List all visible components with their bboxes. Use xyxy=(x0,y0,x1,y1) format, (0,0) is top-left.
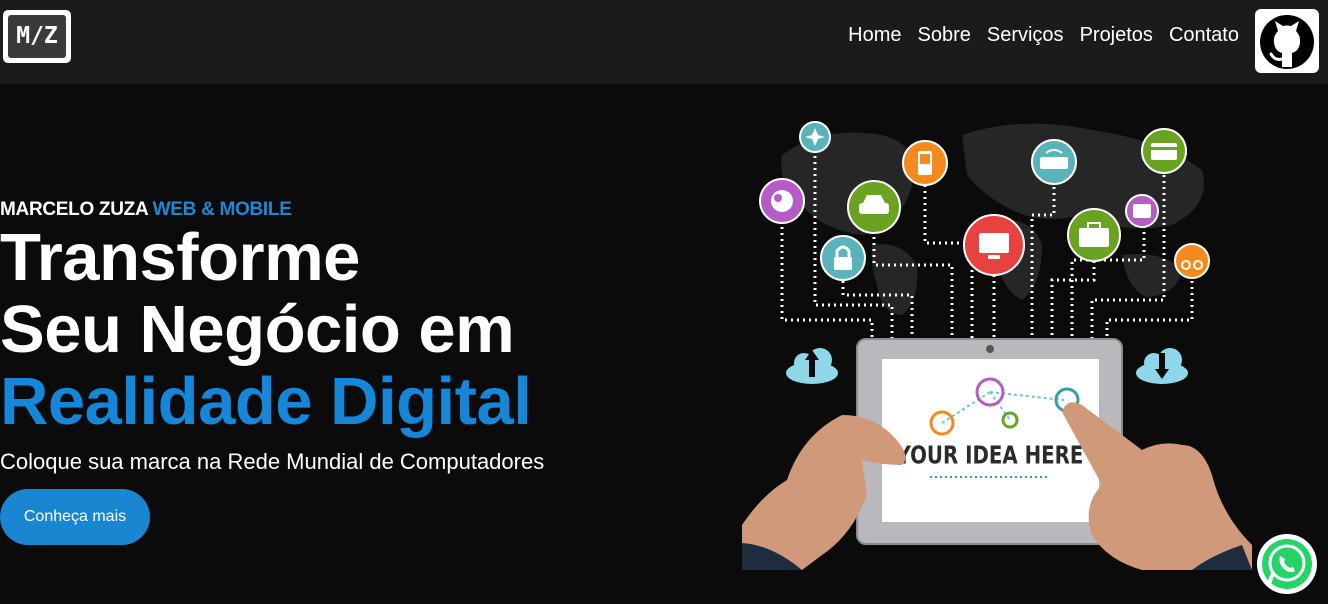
phone-icon xyxy=(902,140,948,186)
headline-line-3: Realidade Digital xyxy=(0,364,532,439)
navbar: M/Z Home Sobre Serviços Projetos Contato xyxy=(0,0,1328,84)
keyboard-icon xyxy=(1031,139,1077,185)
hero-subtitle: Coloque sua marca na Rede Mundial de Com… xyxy=(0,449,545,474)
monitor-icon xyxy=(963,214,1025,276)
nav-link-contato[interactable]: Contato xyxy=(1169,20,1239,50)
cloud-upload-icon xyxy=(786,348,838,384)
briefcase-icon xyxy=(1067,208,1121,262)
hero-section: MARCELO ZUZA WEB & MOBILE Transforme Seu… xyxy=(0,196,680,476)
github-link[interactable] xyxy=(1255,9,1319,73)
github-icon xyxy=(1260,15,1314,69)
bike-icon xyxy=(1174,243,1210,279)
nav-link-sobre[interactable]: Sobre xyxy=(917,20,970,50)
nav-link-servicos[interactable]: Serviços xyxy=(987,20,1064,50)
whatsapp-icon xyxy=(1257,534,1317,594)
tablet-screen-text: YOUR IDEA HERE xyxy=(896,440,1084,470)
whatsapp-button[interactable] xyxy=(1255,532,1319,596)
nav-menu: Home Sobre Serviços Projetos Contato xyxy=(848,20,1239,50)
brand-logo-text: M/Z xyxy=(8,15,66,58)
nav-link-home[interactable]: Home xyxy=(848,20,901,50)
hero-headline: Transforme Seu Negócio em Realidade Digi… xyxy=(0,222,680,438)
nav-link-projetos[interactable]: Projetos xyxy=(1080,20,1153,50)
speaker-icon xyxy=(1125,194,1159,228)
lock-icon xyxy=(820,235,866,281)
eyebrow-accent: WEB & MOBILE xyxy=(152,199,292,220)
cloud-download-icon xyxy=(1136,348,1188,384)
car-icon xyxy=(847,180,901,234)
headline-line-2: Seu Negócio em xyxy=(0,292,515,367)
headline-line-1: Transforme xyxy=(0,220,360,295)
globe-icon xyxy=(759,178,805,224)
eyebrow-name: MARCELO ZUZA xyxy=(0,199,148,220)
card-icon xyxy=(1141,128,1187,174)
hero-illustration: YOUR IDEA HERE xyxy=(742,121,1252,570)
cta-button[interactable]: Conheça mais xyxy=(0,489,150,545)
brand-logo[interactable]: M/Z xyxy=(3,10,71,63)
airplane-icon xyxy=(799,121,831,153)
